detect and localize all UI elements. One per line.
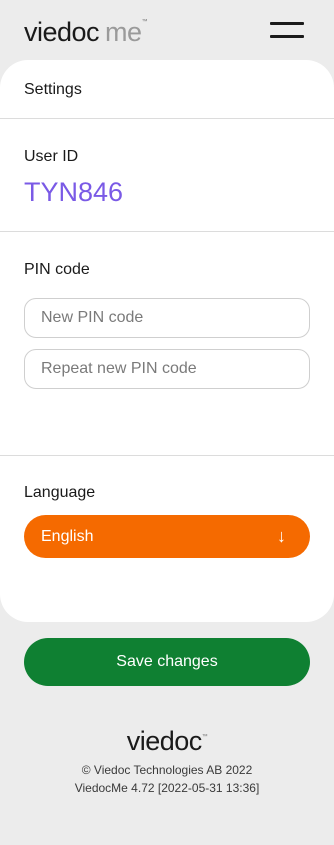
footer-logo-text: viedoc bbox=[126, 726, 203, 756]
footer-viedoc-logo: viedoc™ bbox=[0, 726, 334, 764]
language-selected-value: English bbox=[41, 528, 94, 545]
hamburger-menu-icon[interactable] bbox=[270, 20, 304, 40]
divider bbox=[0, 455, 334, 456]
version-text: ViedocMe 4.72 [2022-05-31 13:36] bbox=[74, 781, 260, 795]
save-changes-button[interactable]: Save changes bbox=[24, 638, 310, 686]
menu-bar-top bbox=[270, 22, 304, 25]
pin-code-label: PIN code bbox=[24, 261, 90, 278]
copyright-text: © Viedoc Technologies AB 2022 bbox=[81, 763, 253, 777]
user-id-value: TYN846 bbox=[24, 177, 124, 207]
new-pin-input[interactable] bbox=[24, 298, 310, 338]
logo-sub-text: me bbox=[105, 17, 142, 47]
repeat-pin-input[interactable] bbox=[24, 349, 310, 389]
arrow-down-icon: ↓ bbox=[277, 526, 286, 546]
footer-logo-trademark: ™ bbox=[201, 734, 208, 740]
user-id-label: User ID bbox=[24, 148, 79, 165]
divider bbox=[0, 231, 334, 232]
app-header: viedoc me™ bbox=[0, 0, 334, 60]
logo-trademark: ™ bbox=[141, 19, 148, 25]
logo-main-text: viedoc bbox=[24, 17, 100, 47]
page-title: Settings bbox=[24, 81, 82, 98]
viedoc-me-logo: viedoc me™ bbox=[24, 14, 148, 48]
language-label: Language bbox=[24, 484, 96, 501]
divider bbox=[0, 118, 334, 119]
menu-bar-bottom bbox=[270, 35, 304, 38]
language-select[interactable]: English ↓ bbox=[24, 515, 310, 558]
